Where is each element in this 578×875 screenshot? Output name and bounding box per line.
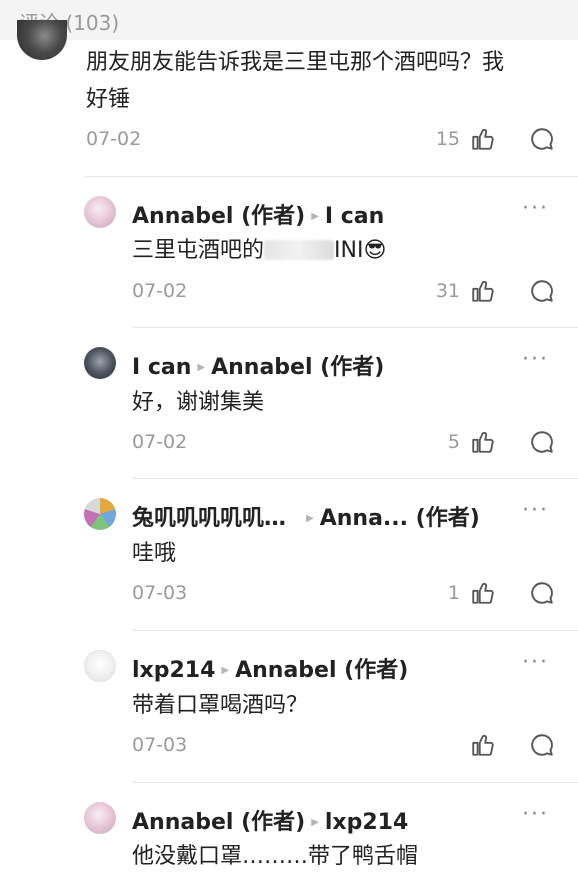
like-count: 1 — [447, 582, 460, 604]
avatar[interactable] — [84, 650, 116, 682]
comment-text: 朋友朋友能告诉我是三里屯那个酒吧吗？我 — [86, 50, 505, 75]
divider — [84, 176, 578, 177]
comments-header: 评论 (103) — [0, 0, 578, 40]
more-dots-icon[interactable]: ··· — [522, 650, 549, 675]
reply-text: 他没戴口罩………带了鸭舌帽 — [132, 844, 419, 869]
reply-target[interactable]: lxp214 — [325, 810, 408, 835]
reply-author[interactable]: Annabel (作者) — [132, 204, 305, 229]
reply-author[interactable]: lxp214 — [132, 658, 215, 683]
reply-target[interactable]: Annabel (作者) — [235, 658, 408, 683]
reply-text: 三里屯酒吧的 INI😎 — [132, 232, 386, 269]
avatar[interactable] — [17, 20, 67, 60]
divider — [132, 782, 578, 783]
reply-date: 07-03 — [132, 582, 188, 604]
reply-date: 07-02 — [132, 280, 188, 302]
comment-bubble-icon[interactable] — [529, 732, 555, 758]
reply-text: 带着口罩喝酒吗？ — [132, 693, 309, 718]
reply-text-part: 三里屯酒吧的 — [132, 238, 265, 263]
avatar[interactable] — [84, 498, 116, 530]
reply-author[interactable]: 兔叽叽叽叽叽… — [132, 506, 286, 531]
reply-arrow-icon: ▶ — [311, 211, 319, 222]
reply-arrow-icon: ▶ — [306, 513, 314, 524]
reply-text-part: INI😎 — [334, 238, 387, 263]
more-dots-icon[interactable]: ··· — [522, 196, 549, 221]
reply-arrow-icon: ▶ — [197, 362, 206, 373]
reply-arrow-icon: ▶ — [221, 665, 230, 676]
more-dots-icon[interactable]: ··· — [522, 802, 549, 827]
more-dots-icon[interactable]: ··· — [522, 347, 549, 372]
like-count: 15 — [435, 128, 460, 150]
avatar[interactable] — [84, 802, 116, 834]
reply-header: Annabel (作者) ▶ I can — [132, 198, 384, 230]
divider — [132, 327, 578, 328]
comment-bubble-icon[interactable] — [529, 278, 555, 304]
like-count: 31 — [435, 280, 460, 302]
reply-text: 好，谢谢集美 — [132, 390, 265, 415]
reply-arrow-icon: ▶ — [311, 817, 319, 828]
thumbs-up-icon[interactable] — [470, 732, 496, 758]
reply-header: 兔叽叽叽叽叽… ▶ Anna... (作者) — [132, 500, 480, 532]
reply-target[interactable]: Annabel (作者) — [211, 355, 384, 380]
comment-bubble-icon[interactable] — [529, 429, 555, 455]
reply-date: 07-03 — [132, 734, 188, 756]
blurred-text — [264, 240, 335, 260]
reply-target[interactable]: Anna... (作者) — [320, 506, 480, 531]
reply-header: lxp214 ▶ Annabel (作者) — [132, 652, 408, 684]
thumbs-up-icon[interactable] — [470, 278, 496, 304]
comment-text-continued: 好锤 — [86, 87, 131, 112]
thumbs-up-icon[interactable] — [470, 429, 496, 455]
divider — [132, 478, 578, 479]
reply-header: Annabel (作者) ▶ lxp214 — [132, 804, 408, 836]
more-dots-icon[interactable]: ··· — [522, 498, 549, 523]
divider — [132, 630, 578, 631]
reply-date: 07-02 — [132, 431, 188, 453]
comment-date: 07-02 — [86, 128, 142, 150]
avatar[interactable] — [84, 347, 116, 379]
reply-text: 哇哦 — [132, 541, 177, 566]
avatar[interactable] — [84, 196, 116, 228]
reply-author[interactable]: Annabel (作者) — [132, 810, 305, 835]
thumbs-up-icon[interactable] — [470, 580, 496, 606]
like-count: 5 — [447, 431, 460, 453]
comment-bubble-icon[interactable] — [529, 126, 555, 152]
thumbs-up-icon[interactable] — [470, 126, 496, 152]
comment-bubble-icon[interactable] — [529, 580, 555, 606]
reply-author[interactable]: I can — [132, 355, 191, 380]
reply-target[interactable]: I can — [325, 204, 384, 229]
reply-header: I can ▶ Annabel (作者) — [132, 349, 384, 381]
